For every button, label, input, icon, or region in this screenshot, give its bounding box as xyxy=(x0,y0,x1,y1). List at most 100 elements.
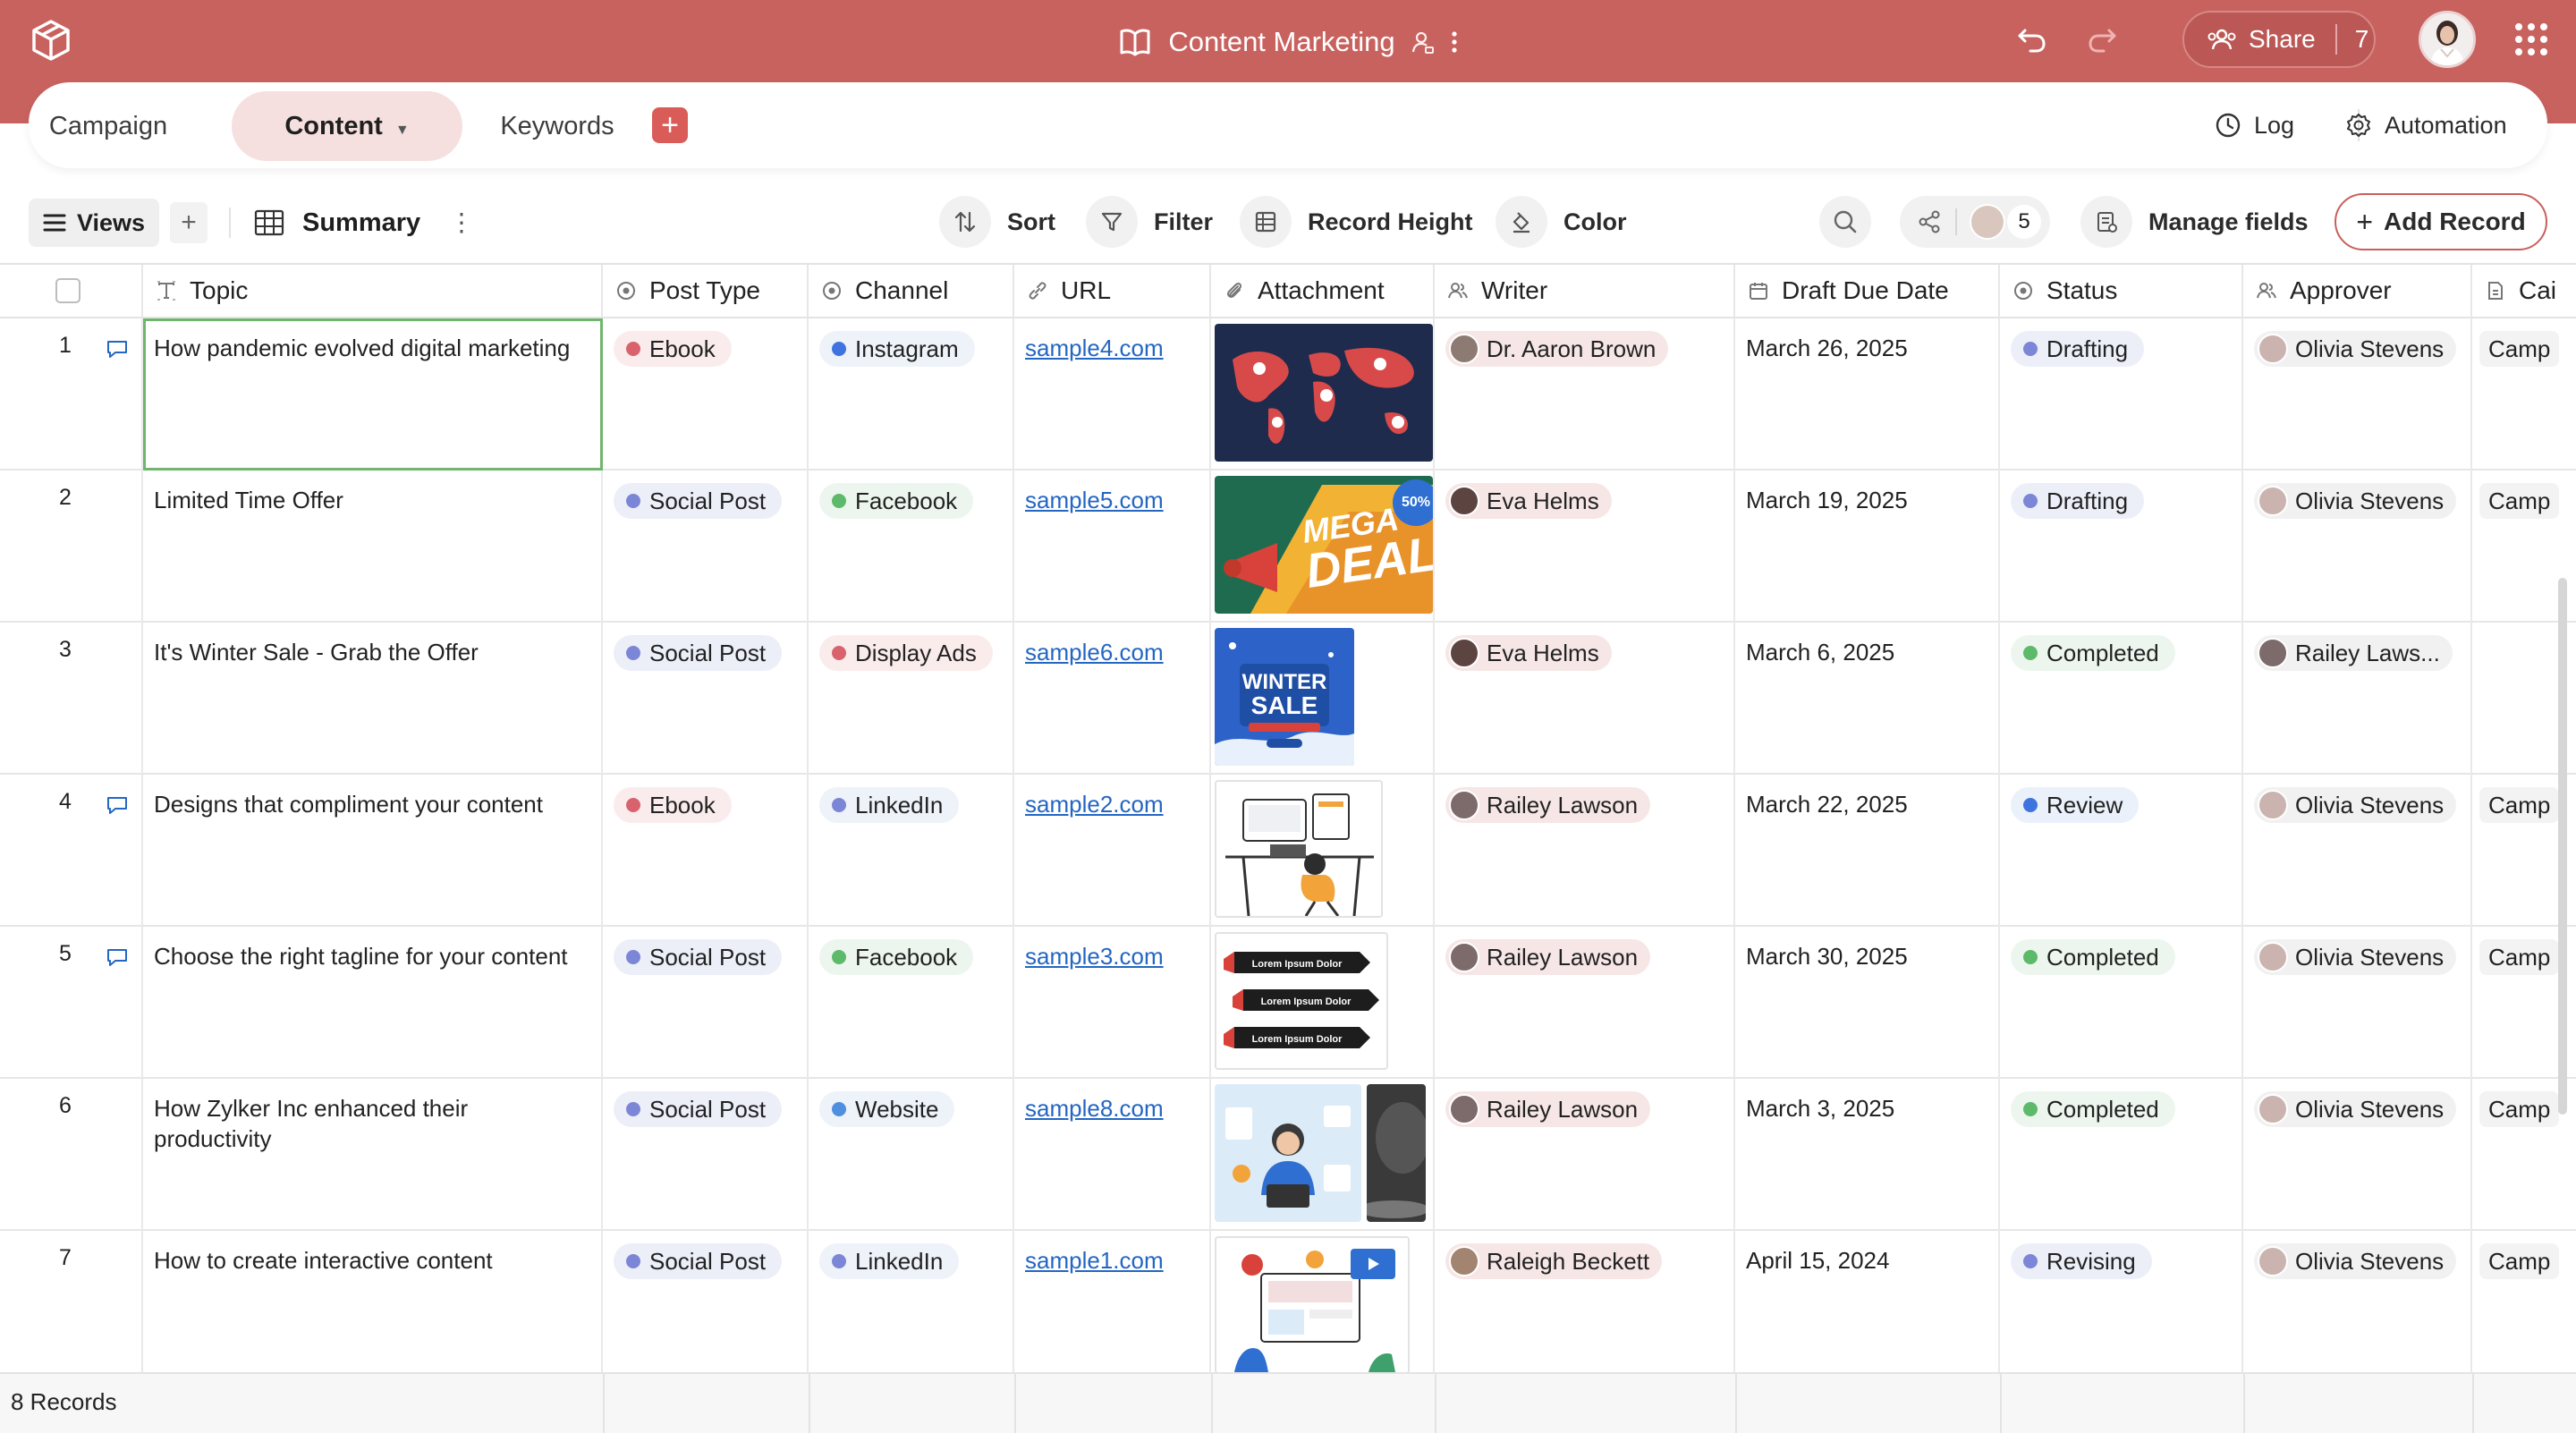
status-cell[interactable]: Completed xyxy=(2000,623,2243,775)
manage-fields-button[interactable]: Manage fields xyxy=(2080,195,2309,249)
more-options-icon[interactable] xyxy=(1451,30,1458,55)
table-row[interactable]: 4 Designs that compliment your content Ebo… xyxy=(0,775,2576,927)
table-row[interactable]: 7 How to create interactive content Social… xyxy=(0,1231,2576,1383)
comment-icon[interactable] xyxy=(106,794,129,816)
column-header-approver[interactable]: Approver xyxy=(2243,265,2472,318)
url-link[interactable]: sample4.com xyxy=(1025,335,1164,362)
user-lock-icon[interactable] xyxy=(1411,30,1435,55)
status-cell[interactable]: Completed xyxy=(2000,927,2243,1079)
column-header-channel[interactable]: Channel xyxy=(809,265,1014,318)
chevron-down-icon[interactable]: ▼ xyxy=(395,123,410,139)
channel-cell[interactable]: Facebook xyxy=(809,471,1014,623)
due-date-cell[interactable]: April 15, 2024 xyxy=(1735,1231,2000,1383)
status-cell[interactable]: Review xyxy=(2000,775,2243,927)
post-type-cell[interactable]: Ebook xyxy=(603,775,809,927)
approver-cell[interactable]: Olivia Stevens xyxy=(2243,775,2472,927)
record-height-button[interactable]: Record Height xyxy=(1240,195,1473,249)
column-header-post-type[interactable]: Post Type xyxy=(603,265,809,318)
topic-cell[interactable]: Choose the right tagline for your conten… xyxy=(143,927,603,1079)
channel-cell[interactable]: Facebook xyxy=(809,927,1014,1079)
campaign-cell[interactable]: Camp xyxy=(2472,318,2576,471)
column-header-draft-due-date[interactable]: Draft Due Date xyxy=(1735,265,2000,318)
redo-icon[interactable] xyxy=(2084,21,2120,57)
topic-cell[interactable]: Designs that compliment your content xyxy=(143,775,603,927)
url-link[interactable]: sample5.com xyxy=(1025,487,1164,514)
attachment-cell[interactable]: 50% MEGA DEAL xyxy=(1211,471,1435,623)
column-header-writer[interactable]: Writer xyxy=(1435,265,1735,318)
channel-cell[interactable]: Instagram xyxy=(809,318,1014,471)
url-link[interactable]: sample2.com xyxy=(1025,791,1164,818)
filter-button[interactable]: Filter xyxy=(1086,195,1213,249)
add-view-button[interactable]: + xyxy=(170,202,208,243)
post-type-cell[interactable]: Social Post xyxy=(603,1079,809,1231)
writer-cell[interactable]: Eva Helms xyxy=(1435,623,1735,775)
url-cell[interactable]: sample1.com xyxy=(1014,1231,1211,1383)
add-table-button[interactable]: + xyxy=(652,107,688,143)
due-date-cell[interactable]: March 6, 2025 xyxy=(1735,623,2000,775)
row-number-cell[interactable]: 4 xyxy=(0,775,143,927)
column-header-campaign[interactable]: Cai xyxy=(2472,265,2576,318)
approver-cell[interactable]: Olivia Stevens xyxy=(2243,318,2472,471)
url-cell[interactable]: sample8.com xyxy=(1014,1079,1211,1231)
post-type-cell[interactable]: Social Post xyxy=(603,927,809,1079)
collaborators-pill[interactable]: 5 xyxy=(1900,196,2050,248)
due-date-cell[interactable]: March 26, 2025 xyxy=(1735,318,2000,471)
comment-icon[interactable] xyxy=(106,338,129,360)
channel-cell[interactable]: LinkedIn xyxy=(809,1231,1014,1383)
table-row[interactable]: 1 How pandemic evolved digital marketing E… xyxy=(0,318,2576,471)
attachment-thumbnail[interactable] xyxy=(1215,324,1433,462)
url-link[interactable]: sample1.com xyxy=(1025,1247,1164,1275)
share-button[interactable]: Share 7 xyxy=(2182,11,2376,68)
current-view[interactable]: Summary xyxy=(254,200,420,245)
approver-cell[interactable]: Olivia Stevens xyxy=(2243,1079,2472,1231)
attachment-thumbnail[interactable]: 50% MEGA DEAL xyxy=(1215,476,1433,614)
view-more-icon[interactable]: ⋮ xyxy=(449,208,474,237)
status-cell[interactable]: Completed xyxy=(2000,1079,2243,1231)
post-type-cell[interactable]: Social Post xyxy=(603,471,809,623)
attachment-thumbnail[interactable] xyxy=(1215,1236,1410,1374)
attachment-thumbnail[interactable]: WINTER SALE xyxy=(1215,628,1354,766)
attachment-cell[interactable]: Lorem Ipsum Dolor Lorem Ipsum Dolor Lorem … xyxy=(1211,927,1435,1079)
post-type-cell[interactable]: Social Post xyxy=(603,1231,809,1383)
views-button[interactable]: Views xyxy=(29,199,159,247)
tab-keywords[interactable]: Keywords xyxy=(454,91,660,161)
row-number-cell[interactable]: 1 xyxy=(0,318,143,471)
writer-cell[interactable]: Railey Lawson xyxy=(1435,775,1735,927)
due-date-cell[interactable]: March 3, 2025 xyxy=(1735,1079,2000,1231)
url-cell[interactable]: sample5.com xyxy=(1014,471,1211,623)
writer-cell[interactable]: Raleigh Beckett xyxy=(1435,1231,1735,1383)
attachment-thumbnail-2[interactable] xyxy=(1367,1084,1426,1222)
table-row[interactable]: 5 Choose the right tagline for your conte… xyxy=(0,927,2576,1079)
topic-cell[interactable]: It's Winter Sale - Grab the Offer xyxy=(143,623,603,775)
attachment-cell[interactable] xyxy=(1211,318,1435,471)
url-link[interactable]: sample6.com xyxy=(1025,639,1164,666)
status-cell[interactable]: Drafting xyxy=(2000,471,2243,623)
table-row[interactable]: 3 It's Winter Sale - Grab the Offer Social… xyxy=(0,623,2576,775)
column-header-topic[interactable]: Topic xyxy=(143,265,603,318)
search-icon[interactable] xyxy=(1819,196,1871,248)
attachment-thumbnail[interactable] xyxy=(1215,780,1383,918)
writer-cell[interactable]: Eva Helms xyxy=(1435,471,1735,623)
writer-cell[interactable]: Dr. Aaron Brown xyxy=(1435,318,1735,471)
add-record-button[interactable]: + Add Record xyxy=(2334,193,2547,250)
row-number-cell[interactable]: 5 xyxy=(0,927,143,1079)
channel-cell[interactable]: Display Ads xyxy=(809,623,1014,775)
vertical-scrollbar[interactable] xyxy=(2558,578,2567,1115)
url-cell[interactable]: sample6.com xyxy=(1014,623,1211,775)
select-all-checkbox[interactable] xyxy=(55,278,80,303)
tab-campaign[interactable]: Campaign xyxy=(41,91,175,161)
topic-cell[interactable]: How Zylker Inc enhanced their productivi… xyxy=(143,1079,603,1231)
attachment-cell[interactable] xyxy=(1211,775,1435,927)
due-date-cell[interactable]: March 22, 2025 xyxy=(1735,775,2000,927)
status-cell[interactable]: Revising xyxy=(2000,1231,2243,1383)
document-title[interactable]: Content Marketing xyxy=(1168,26,1394,58)
writer-cell[interactable]: Railey Lawson xyxy=(1435,1079,1735,1231)
due-date-cell[interactable]: March 30, 2025 xyxy=(1735,927,2000,1079)
approver-cell[interactable]: Olivia Stevens xyxy=(2243,1231,2472,1383)
undo-icon[interactable] xyxy=(2014,21,2050,57)
table-row[interactable]: 6 How Zylker Inc enhanced their productiv… xyxy=(0,1079,2576,1231)
log-button[interactable]: Log xyxy=(2215,104,2294,147)
writer-cell[interactable]: Railey Lawson xyxy=(1435,927,1735,1079)
row-number-cell[interactable]: 6 xyxy=(0,1079,143,1231)
url-cell[interactable]: sample3.com xyxy=(1014,927,1211,1079)
